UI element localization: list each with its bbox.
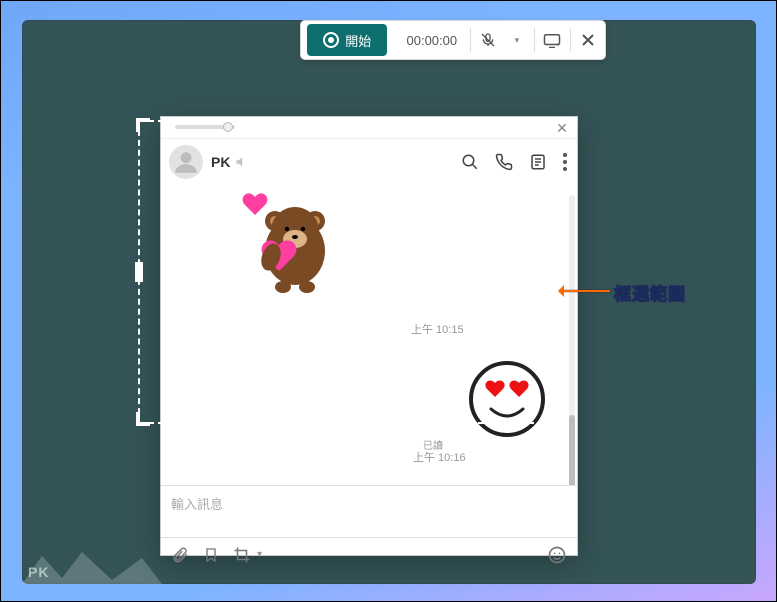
watermark-text: PK — [28, 564, 49, 580]
notes-icon[interactable] — [529, 153, 547, 171]
opacity-slider-knob[interactable] — [223, 122, 233, 132]
chat-header: PK — [161, 139, 577, 185]
emoji-picker-icon[interactable] — [547, 545, 567, 565]
record-timer: 00:00:00 — [393, 33, 470, 48]
search-icon[interactable] — [461, 153, 479, 171]
more-icon[interactable] — [563, 153, 567, 171]
message-input-placeholder: 輸入訊息 — [171, 497, 223, 512]
attach-icon[interactable] — [171, 546, 189, 564]
sticker-bear-heart — [239, 191, 339, 301]
sticker-heart-eyes-emoji — [467, 359, 547, 439]
record-icon — [323, 32, 339, 48]
recorder-close-button[interactable] — [571, 33, 606, 47]
avatar[interactable] — [169, 145, 203, 179]
record-start-button[interactable]: 開始 — [307, 24, 387, 56]
message-1-timestamp: 上午 10:15 — [411, 321, 464, 337]
speaker-muted-icon — [234, 155, 248, 169]
chat-body: 上午 10:15 已讀 上午 10:16 — [161, 185, 577, 485]
contact-name: PK — [211, 154, 230, 170]
crop-icon[interactable] — [233, 546, 251, 564]
message-2-timestamp: 上午 10:16 — [413, 449, 466, 465]
chat-window: ✕ PK — [160, 116, 578, 556]
crop-chevron-icon[interactable]: ▾ — [257, 549, 262, 560]
chat-titlebar[interactable]: ✕ — [161, 117, 577, 139]
call-icon[interactable] — [495, 153, 513, 171]
recorder-toolbar: 開始 00:00:00 ▾ — [300, 20, 606, 60]
annotation-label: 框選範圍 — [614, 280, 686, 305]
chat-scrollbar-thumb[interactable] — [569, 415, 575, 485]
chat-action-bar — [461, 153, 567, 171]
message-input[interactable]: 輸入訊息 — [161, 485, 577, 537]
screen-share-button[interactable] — [535, 32, 570, 48]
bookmark-icon[interactable] — [203, 546, 219, 564]
mic-options-chevron-icon[interactable]: ▾ — [500, 35, 535, 46]
chat-close-button[interactable]: ✕ — [553, 119, 571, 137]
record-start-label: 開始 — [345, 31, 371, 50]
chat-bottom-toolbar: ▾ — [161, 537, 577, 571]
annotation-arrow — [560, 290, 610, 292]
